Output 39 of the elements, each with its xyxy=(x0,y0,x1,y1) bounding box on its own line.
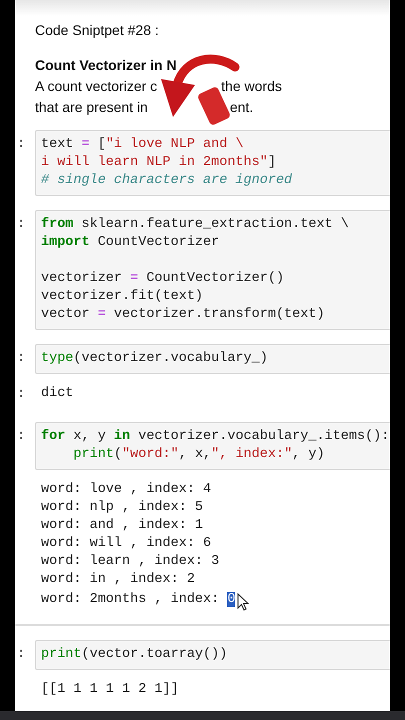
description-text: ent. xyxy=(230,98,254,117)
code-cell[interactable]: print(vector.toarray()) xyxy=(35,640,390,670)
output-line: word: and , index: 1 xyxy=(41,517,204,535)
description-text: A count vectorizer c xyxy=(35,77,158,96)
output-line: word: will , index: 6 xyxy=(41,535,212,553)
description-text: that are present in xyxy=(35,98,148,117)
code-cell[interactable]: for x, y in vectorizer.vocabulary_.items(): print("word:", x,", index:", y) xyxy=(35,422,390,470)
code-line: vectorizer = CountVectorizer() xyxy=(41,270,286,288)
code-cell[interactable]: type(vectorizer.vocabulary_) xyxy=(35,344,390,374)
cursor-icon xyxy=(237,593,250,611)
code-line: text = ["i love NLP and \ xyxy=(41,136,245,154)
output-line: word: love , index: 4 xyxy=(41,481,212,499)
cell-prompt: : xyxy=(16,350,26,366)
description-text: the words xyxy=(221,77,282,96)
code-cell[interactable]: text = ["i love NLP and \ i will learn NLP in 2months"] # single characters are ignored xyxy=(35,130,390,196)
code-line: print(vector.toarray()) xyxy=(41,646,228,664)
snippet-title: Code Sniptpet #28 : xyxy=(35,22,159,38)
cell-prompt: : xyxy=(16,136,26,152)
code-line: vector = vectorizer.transform(text) xyxy=(41,306,326,324)
output-line: word: learn , index: 3 xyxy=(41,553,220,571)
code-line: import CountVectorizer xyxy=(41,234,220,252)
output-line: word: nlp , index: 5 xyxy=(41,499,204,517)
code-line: vectorizer.fit(text) xyxy=(41,288,204,306)
code-line: from sklearn.feature_extraction.text \ xyxy=(41,216,350,234)
cell-prompt: : xyxy=(16,428,26,444)
code-line: # single characters are ignored xyxy=(41,172,294,190)
cell-prompt: : xyxy=(16,216,26,232)
code-line: print("word:", x,", index:", y) xyxy=(72,446,326,464)
output-prompt: : xyxy=(16,386,26,402)
code-line: i will learn NLP in 2months"] xyxy=(41,154,277,172)
code-cell[interactable]: from sklearn.feature_extraction.text \ import CountVectorizer vectorizer = CountVectorizer() vectorizer.fit(text) vector = vectorizer.transform(text) xyxy=(35,210,390,330)
cell-prompt: : xyxy=(16,646,26,662)
output-line: [[1 1 1 1 1 2 1]] xyxy=(41,681,179,699)
output-line: word: in , index: 2 xyxy=(41,571,195,589)
code-line: for x, y in vectorizer.vocabulary_.items(): xyxy=(41,428,390,446)
output-line: word: 2months , index: 0 xyxy=(41,591,236,609)
section-heading: Count Vectorizer in N xyxy=(35,56,177,75)
code-line: type(vectorizer.vocabulary_) xyxy=(41,350,269,368)
output-line: dict xyxy=(41,385,74,403)
